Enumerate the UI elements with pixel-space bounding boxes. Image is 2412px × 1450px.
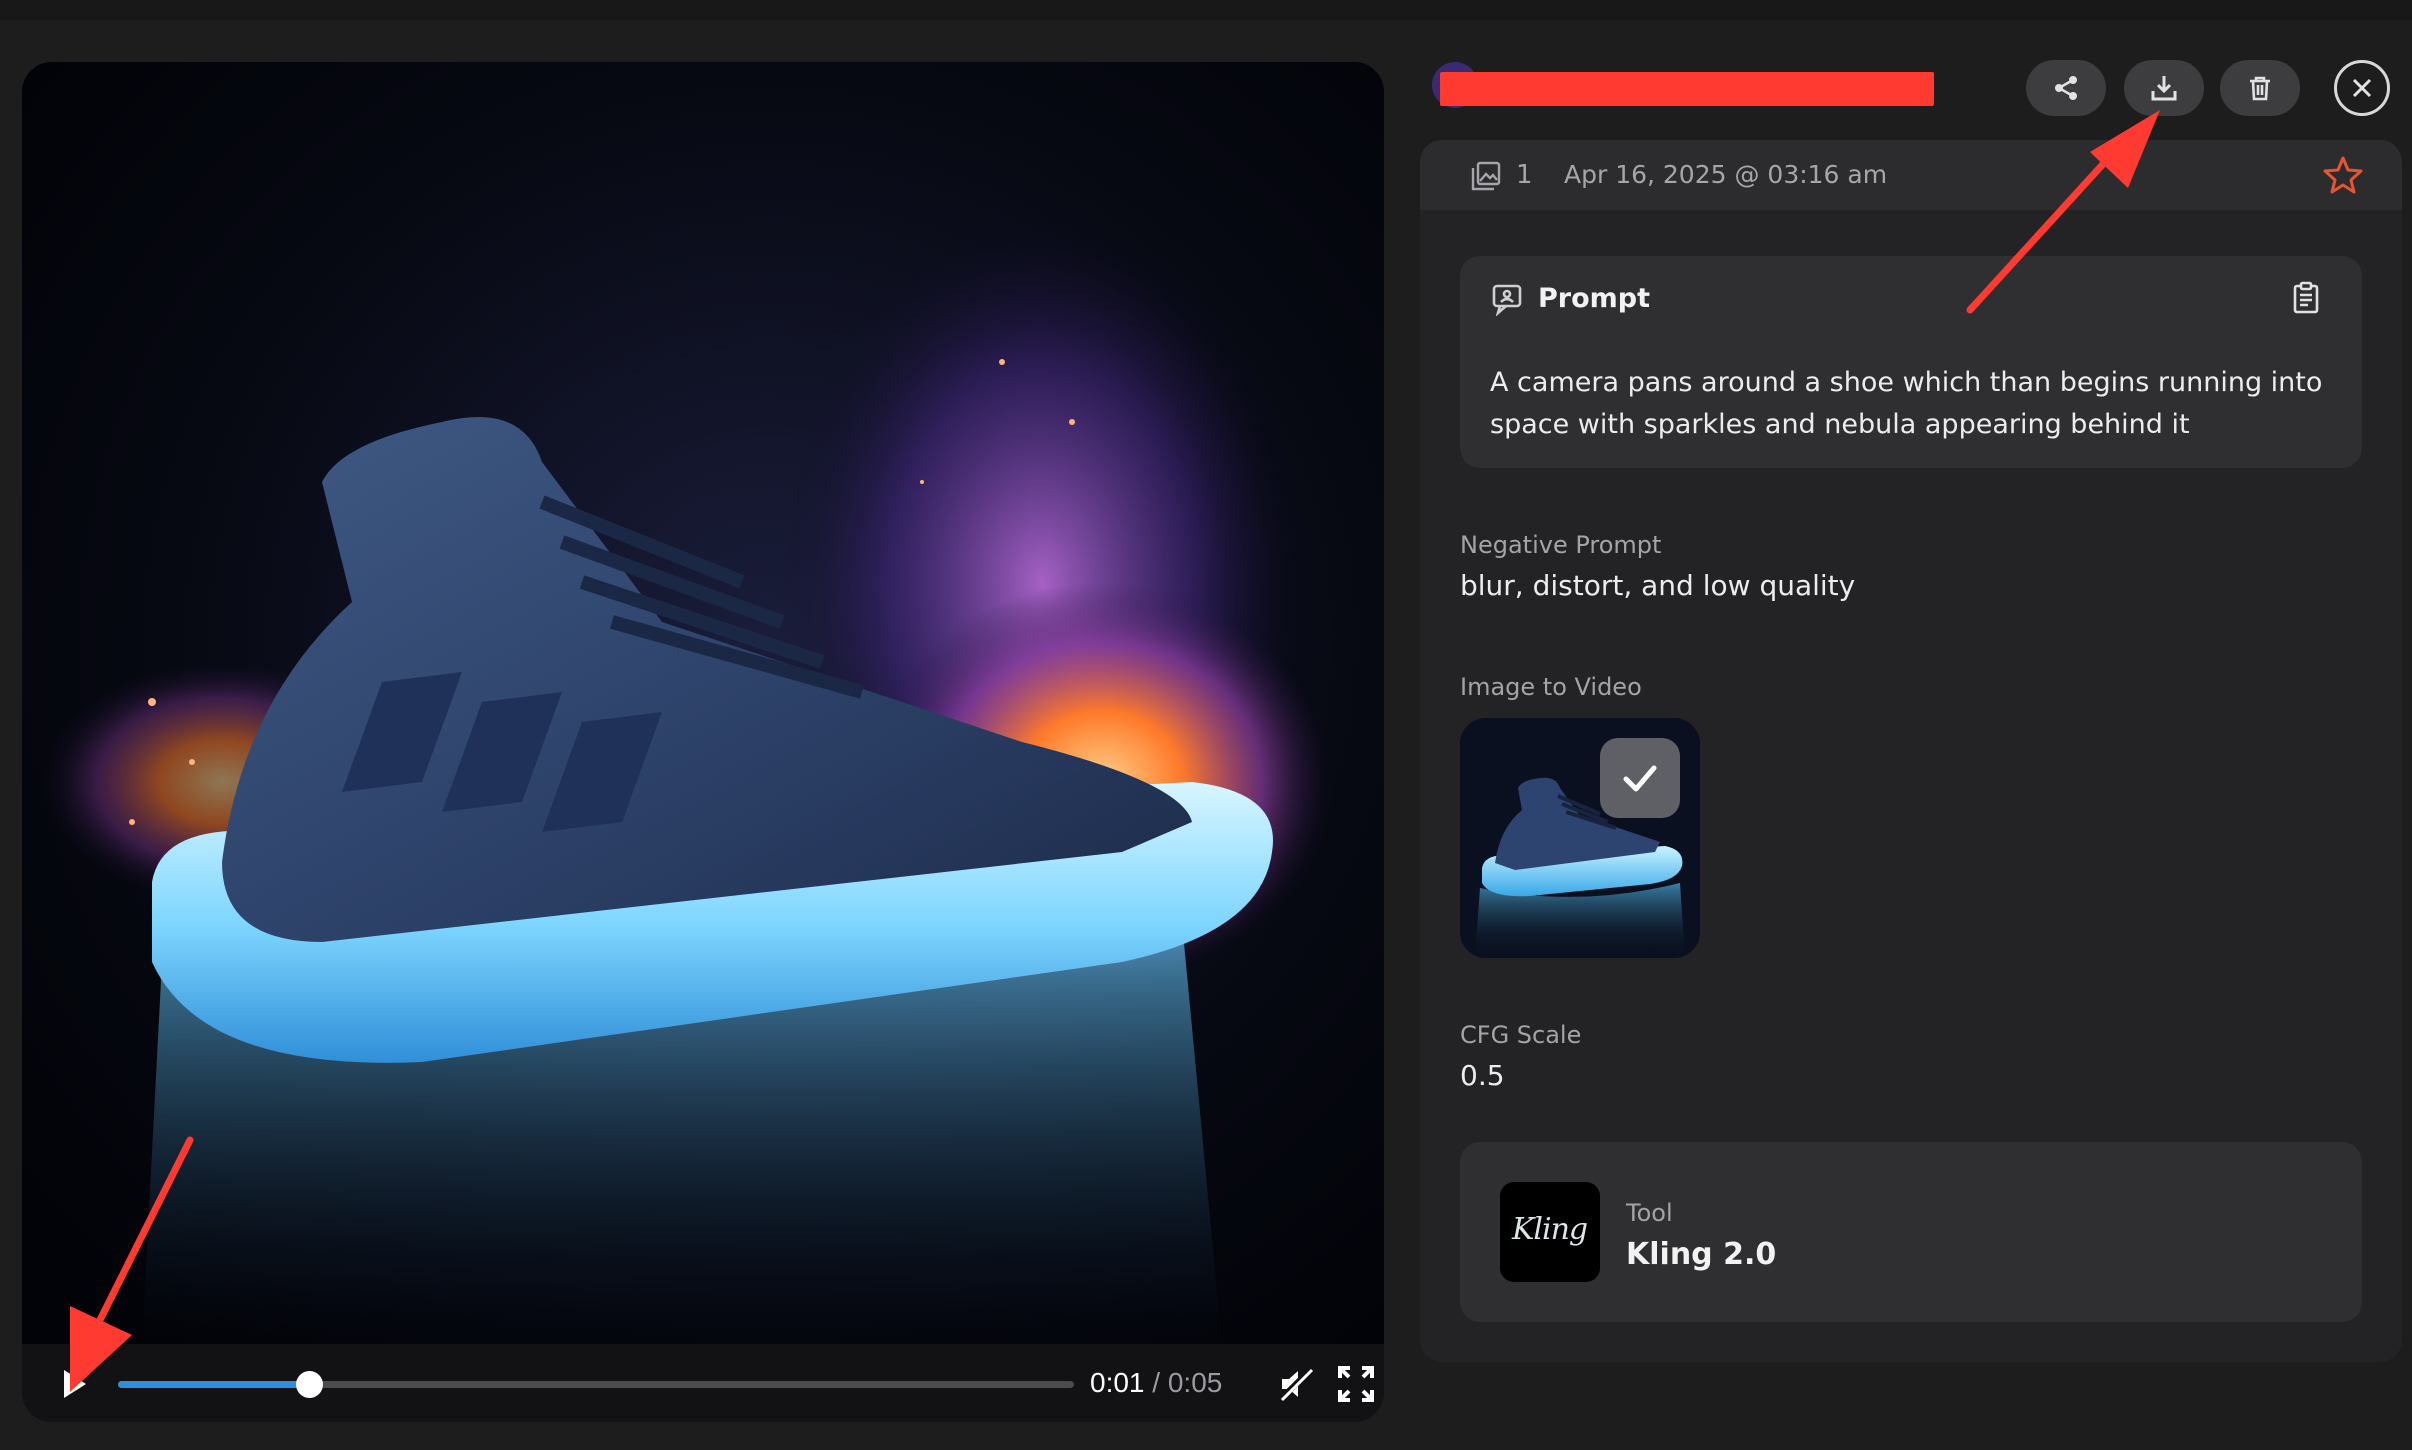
close-icon [2352, 78, 2372, 98]
negative-prompt-value: blur, distort, and low quality [1460, 569, 1856, 602]
image-count-icon [1471, 161, 1501, 191]
cfg-scale-label: CFG Scale [1460, 1021, 1582, 1049]
progress-handle[interactable] [296, 1371, 324, 1398]
selected-check-badge [1600, 738, 1680, 818]
time-display: 0:01 / 0:05 [1090, 1362, 1222, 1404]
tool-label: Tool [1626, 1199, 1673, 1227]
video-controls: 0:01 / 0:05 [22, 1344, 1384, 1422]
created-date: Apr 16, 2025 @ 03:16 am [1564, 160, 1888, 189]
play-icon [64, 1370, 86, 1398]
image-to-video-label: Image to Video [1460, 673, 1642, 701]
download-button[interactable] [2124, 60, 2204, 116]
time-separator: / [1152, 1367, 1161, 1398]
top-bar [0, 0, 2412, 20]
volume-muted-icon [1277, 1365, 1315, 1403]
redacted-username [1440, 72, 1934, 106]
fullscreen-icon [1338, 1366, 1374, 1402]
prompt-icon [1492, 284, 1522, 316]
cfg-scale-value: 0.5 [1460, 1059, 1505, 1092]
negative-prompt-label: Negative Prompt [1460, 531, 1662, 559]
checkmark-icon [1623, 765, 1657, 792]
trash-icon [2250, 76, 2270, 101]
prompt-title: Prompt [1538, 283, 1651, 314]
details-panel: 1 Apr 16, 2025 @ 03:16 am Prompt A camer… [1420, 140, 2402, 1362]
video-frame [22, 62, 1384, 1344]
favorite-star-icon[interactable] [2322, 154, 2364, 196]
fullscreen-button[interactable] [1334, 1362, 1378, 1406]
progress-track[interactable] [118, 1371, 1074, 1398]
tool-name: Kling 2.0 [1626, 1237, 1777, 1272]
meta-bar: 1 Apr 16, 2025 @ 03:16 am [1420, 140, 2402, 210]
reference-image[interactable] [1460, 718, 1700, 958]
play-button[interactable] [54, 1364, 94, 1404]
share-button[interactable] [2026, 60, 2106, 116]
mute-button[interactable] [1274, 1362, 1318, 1406]
prompt-card: Prompt A camera pans around a shoe which… [1460, 256, 2362, 468]
video-player[interactable]: 0:01 / 0:05 [22, 62, 1384, 1422]
prompt-text: A camera pans around a shoe which than b… [1490, 367, 2323, 440]
close-button[interactable] [2334, 60, 2390, 116]
image-count: 1 [1516, 160, 1533, 190]
download-icon [2151, 76, 2177, 101]
share-icon [2055, 76, 2077, 100]
tool-card[interactable]: Kling Tool Kling 2.0 [1460, 1142, 2362, 1322]
kling-logo: Kling [1500, 1182, 1600, 1282]
kling-logo-text: Kling [1512, 1212, 1588, 1247]
delete-button[interactable] [2220, 60, 2300, 116]
clipboard-copy-icon[interactable] [2288, 280, 2324, 316]
current-time: 0:01 [1090, 1367, 1145, 1398]
duration: 0:05 [1167, 1367, 1223, 1398]
progress-fill [118, 1381, 310, 1388]
